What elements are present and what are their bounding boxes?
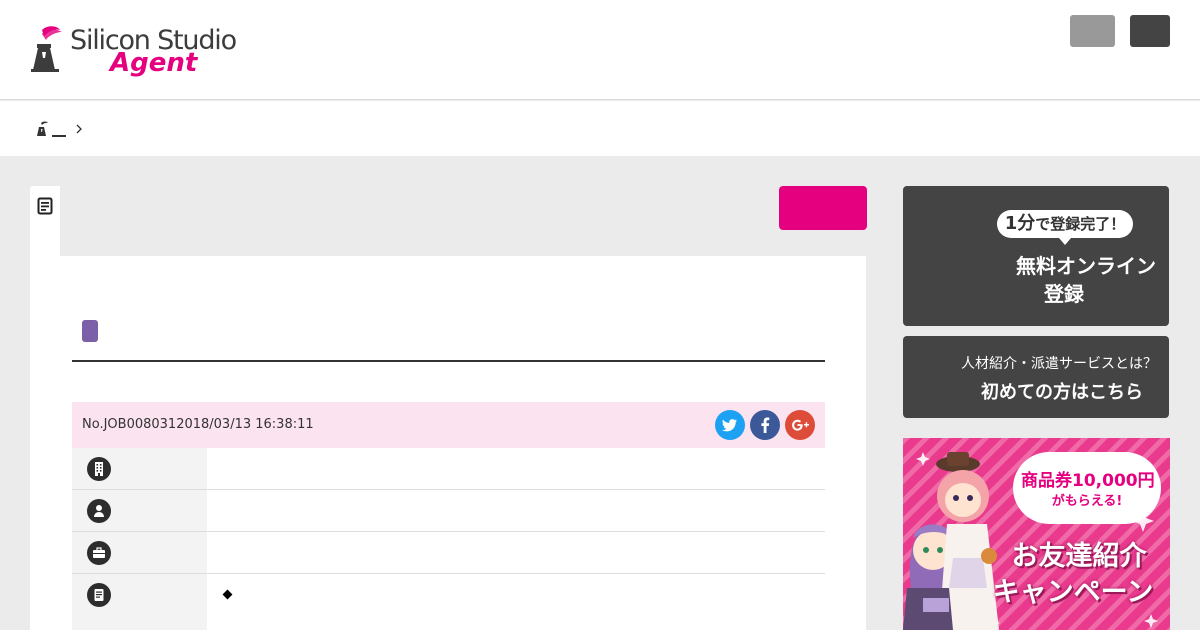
row-label [72,490,207,531]
row-label [72,532,207,573]
first-time-subtext: 人材紹介・派遣サービスとは？ [961,356,1157,372]
header-button-2[interactable] [1130,15,1170,47]
job-detail-tab[interactable] [30,186,60,256]
site-logo[interactable]: Silicon Studio Agent [28,24,248,86]
table-row [72,574,825,630]
header-button-1[interactable] [1070,15,1115,47]
referral-campaign-banner[interactable]: 商品券10,000円 がもらえる! お友達紹介 キャンペーン [903,438,1170,630]
facebook-icon [761,417,770,433]
twitter-icon [722,419,737,432]
row-value [207,490,825,531]
home-logo-icon[interactable] [35,121,49,137]
job-meta-bar: No.JOB0080312018/03/13 16:38:11 [72,402,825,448]
facebook-share-button[interactable] [750,410,780,440]
banner-title-line2: キャンペーン [992,577,1154,608]
breadcrumb-home-link[interactable] [52,135,66,137]
row-label [72,448,207,489]
free-registration-button[interactable]: 1分で登録完了！ 無料オンライン 登録 [903,186,1169,326]
breadcrumb [0,101,1200,156]
first-time-label: 初めての方はこちら [981,382,1143,403]
registration-speech-bubble: 1分で登録完了！ [997,210,1133,238]
banner-title-line1: お友達紹介 [1011,541,1147,572]
row-value [207,448,825,489]
banner-prize-text: 商品券10,000円 [1021,471,1155,491]
document-icon [37,197,53,215]
job-detail-table [72,448,825,630]
row-label [72,574,207,630]
bubble-tail [1059,238,1071,245]
bubble-text: で登録完了！ [1035,215,1126,233]
google-plus-icon [792,419,809,431]
twitter-share-button[interactable] [715,410,745,440]
row-value [207,532,825,573]
bullet-diamond [222,589,233,600]
building-icon [87,457,111,481]
person-icon [87,499,111,523]
logo-text-secondary: Agent [110,48,198,78]
chevron-right-icon [76,124,82,134]
registration-label-line1: 無料オンライン [1016,254,1156,278]
bubble-strong-text: 1分 [1004,213,1036,234]
table-row [72,490,825,532]
google-plus-share-button[interactable] [785,410,815,440]
briefcase-icon [87,541,111,565]
lighthouse-logo-icon [31,26,62,72]
apply-button[interactable] [779,186,867,230]
job-card: No.JOB0080312018/03/13 16:38:11 [30,256,866,630]
first-time-guide-button[interactable]: 人材紹介・派遣サービスとは？ 初めての方はこちら [903,336,1169,418]
table-row [72,448,825,490]
table-row [72,532,825,574]
site-header: Silicon Studio Agent [0,0,1200,100]
registration-label-line2: 登録 [1044,282,1084,306]
row-value [207,574,825,630]
job-title-divider [72,360,825,362]
document-icon [87,583,111,607]
banner-prize-subtext: がもらえる! [1051,494,1123,509]
job-number-date: No.JOB0080312018/03/13 16:38:11 [82,417,314,432]
job-title-marker [82,320,98,342]
